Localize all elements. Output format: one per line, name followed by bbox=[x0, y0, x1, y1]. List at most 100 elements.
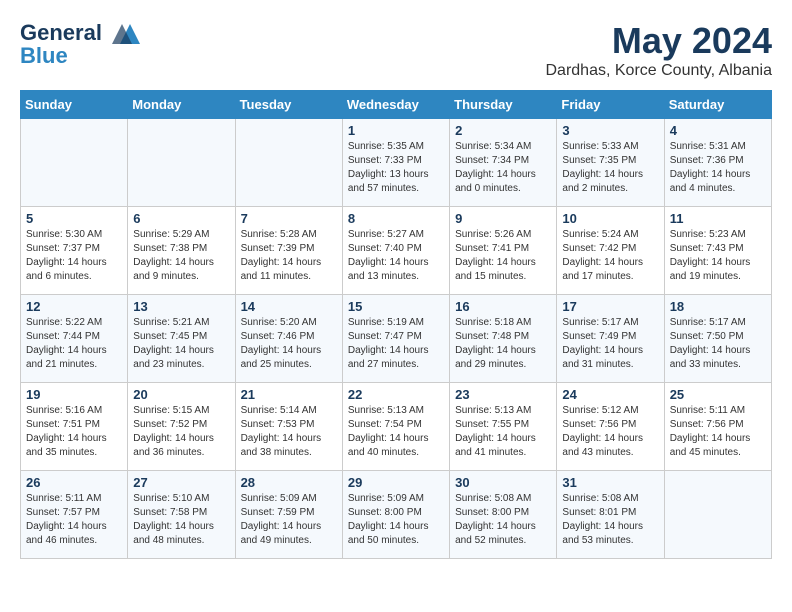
calendar-day-cell bbox=[664, 471, 771, 559]
calendar-day-cell bbox=[128, 119, 235, 207]
day-number: 31 bbox=[562, 475, 658, 490]
title-block: May 2024 Dardhas, Korce County, Albania bbox=[546, 20, 773, 80]
day-number: 11 bbox=[670, 211, 766, 226]
day-info: Sunrise: 5:16 AM Sunset: 7:51 PM Dayligh… bbox=[26, 404, 122, 460]
calendar-day-cell bbox=[235, 119, 342, 207]
weekday-header: Friday bbox=[557, 91, 664, 119]
calendar-day-cell: 16Sunrise: 5:18 AM Sunset: 7:48 PM Dayli… bbox=[450, 295, 557, 383]
logo: General Blue bbox=[20, 20, 144, 68]
weekday-header: Sunday bbox=[21, 91, 128, 119]
calendar-header-row: SundayMondayTuesdayWednesdayThursdayFrid… bbox=[21, 91, 772, 119]
day-info: Sunrise: 5:13 AM Sunset: 7:55 PM Dayligh… bbox=[455, 404, 551, 460]
calendar-day-cell: 28 Sunrise: 5:09 AM Sunset: 7:59 PM Dayli… bbox=[235, 471, 342, 559]
day-number: 21 bbox=[241, 387, 337, 402]
day-info: Sunrise: 5:09 AM Sunset: 7:59 PM Dayligh… bbox=[241, 492, 337, 548]
day-number: 4 bbox=[670, 123, 766, 138]
day-number: 18 bbox=[670, 299, 766, 314]
day-info: Sunrise: 5:11 AM Sunset: 7:56 PM Dayligh… bbox=[670, 404, 766, 460]
day-number: 10 bbox=[562, 211, 658, 226]
calendar-day-cell: 2 Sunrise: 5:34 AM Sunset: 7:34 PM Daylig… bbox=[450, 119, 557, 207]
day-number: 30 bbox=[455, 475, 551, 490]
calendar-week-row: 12 Sunrise: 5:22 AM Sunset: 7:44 PM Dayli… bbox=[21, 295, 772, 383]
calendar-day-cell: 3 Sunrise: 5:33 AM Sunset: 7:35 PM Daylig… bbox=[557, 119, 664, 207]
calendar-day-cell: 31 Sunrise: 5:08 AM Sunset: 8:01 PM Dayli… bbox=[557, 471, 664, 559]
weekday-header: Monday bbox=[128, 91, 235, 119]
day-info: Sunrise: 5:09 AM Sunset: 8:00 PM Dayligh… bbox=[348, 492, 444, 548]
calendar-day-cell: 7 Sunrise: 5:28 AM Sunset: 7:39 PM Daylig… bbox=[235, 207, 342, 295]
day-info: Sunrise: 5:28 AM Sunset: 7:39 PM Dayligh… bbox=[241, 228, 337, 284]
calendar-week-row: 26Sunrise: 5:11 AM Sunset: 7:57 PM Dayli… bbox=[21, 471, 772, 559]
day-info: Sunrise: 5:26 AM Sunset: 7:41 PM Dayligh… bbox=[455, 228, 551, 284]
day-info: Sunrise: 5:17 AM Sunset: 7:50 PM Dayligh… bbox=[670, 316, 766, 372]
day-number: 3 bbox=[562, 123, 658, 138]
day-number: 14 bbox=[241, 299, 337, 314]
day-number: 7 bbox=[241, 211, 337, 226]
calendar-day-cell: 22 Sunrise: 5:13 AM Sunset: 7:54 PM Dayli… bbox=[342, 383, 449, 471]
calendar-day-cell: 8Sunrise: 5:27 AM Sunset: 7:40 PM Daylig… bbox=[342, 207, 449, 295]
day-number: 15 bbox=[348, 299, 444, 314]
day-number: 5 bbox=[26, 211, 122, 226]
day-info: Sunrise: 5:35 AM Sunset: 7:33 PM Dayligh… bbox=[348, 140, 444, 196]
calendar-day-cell: 21 Sunrise: 5:14 AM Sunset: 7:53 PM Dayli… bbox=[235, 383, 342, 471]
day-number: 19 bbox=[26, 387, 122, 402]
calendar-week-row: 1 Sunrise: 5:35 AM Sunset: 7:33 PM Daylig… bbox=[21, 119, 772, 207]
day-info: Sunrise: 5:17 AM Sunset: 7:49 PM Dayligh… bbox=[562, 316, 658, 372]
logo-icon bbox=[110, 20, 142, 48]
calendar-day-cell: 18 Sunrise: 5:17 AM Sunset: 7:50 PM Dayli… bbox=[664, 295, 771, 383]
day-info: Sunrise: 5:14 AM Sunset: 7:53 PM Dayligh… bbox=[241, 404, 337, 460]
day-number: 17 bbox=[562, 299, 658, 314]
calendar-day-cell: 11 Sunrise: 5:23 AM Sunset: 7:43 PM Dayli… bbox=[664, 207, 771, 295]
day-info: Sunrise: 5:13 AM Sunset: 7:54 PM Dayligh… bbox=[348, 404, 444, 460]
location: Dardhas, Korce County, Albania bbox=[546, 62, 773, 80]
day-number: 22 bbox=[348, 387, 444, 402]
day-info: Sunrise: 5:19 AM Sunset: 7:47 PM Dayligh… bbox=[348, 316, 444, 372]
day-info: Sunrise: 5:31 AM Sunset: 7:36 PM Dayligh… bbox=[670, 140, 766, 196]
calendar-day-cell: 17 Sunrise: 5:17 AM Sunset: 7:49 PM Dayli… bbox=[557, 295, 664, 383]
day-number: 1 bbox=[348, 123, 444, 138]
day-info: Sunrise: 5:29 AM Sunset: 7:38 PM Dayligh… bbox=[133, 228, 229, 284]
day-info: Sunrise: 5:30 AM Sunset: 7:37 PM Dayligh… bbox=[26, 228, 122, 284]
day-number: 28 bbox=[241, 475, 337, 490]
calendar-day-cell: 15 Sunrise: 5:19 AM Sunset: 7:47 PM Dayli… bbox=[342, 295, 449, 383]
day-number: 24 bbox=[562, 387, 658, 402]
calendar-day-cell: 4 Sunrise: 5:31 AM Sunset: 7:36 PM Daylig… bbox=[664, 119, 771, 207]
calendar-day-cell: 13Sunrise: 5:21 AM Sunset: 7:45 PM Dayli… bbox=[128, 295, 235, 383]
calendar-day-cell bbox=[21, 119, 128, 207]
month-year: May 2024 bbox=[546, 20, 773, 62]
day-number: 12 bbox=[26, 299, 122, 314]
calendar-week-row: 19 Sunrise: 5:16 AM Sunset: 7:51 PM Dayli… bbox=[21, 383, 772, 471]
calendar-week-row: 5 Sunrise: 5:30 AM Sunset: 7:37 PM Daylig… bbox=[21, 207, 772, 295]
calendar-day-cell: 14Sunrise: 5:20 AM Sunset: 7:46 PM Dayli… bbox=[235, 295, 342, 383]
calendar-day-cell: 1 Sunrise: 5:35 AM Sunset: 7:33 PM Daylig… bbox=[342, 119, 449, 207]
weekday-header: Thursday bbox=[450, 91, 557, 119]
calendar-day-cell: 23Sunrise: 5:13 AM Sunset: 7:55 PM Dayli… bbox=[450, 383, 557, 471]
day-info: Sunrise: 5:33 AM Sunset: 7:35 PM Dayligh… bbox=[562, 140, 658, 196]
calendar-day-cell: 10 Sunrise: 5:24 AM Sunset: 7:42 PM Dayli… bbox=[557, 207, 664, 295]
calendar-table: SundayMondayTuesdayWednesdayThursdayFrid… bbox=[20, 90, 772, 559]
day-info: Sunrise: 5:10 AM Sunset: 7:58 PM Dayligh… bbox=[133, 492, 229, 548]
page-header: General Blue May 2024 Dardhas, Korce Cou… bbox=[20, 20, 772, 80]
day-number: 29 bbox=[348, 475, 444, 490]
day-number: 25 bbox=[670, 387, 766, 402]
day-info: Sunrise: 5:23 AM Sunset: 7:43 PM Dayligh… bbox=[670, 228, 766, 284]
calendar-day-cell: 30Sunrise: 5:08 AM Sunset: 8:00 PM Dayli… bbox=[450, 471, 557, 559]
calendar-day-cell: 29 Sunrise: 5:09 AM Sunset: 8:00 PM Dayli… bbox=[342, 471, 449, 559]
day-info: Sunrise: 5:15 AM Sunset: 7:52 PM Dayligh… bbox=[133, 404, 229, 460]
day-info: Sunrise: 5:24 AM Sunset: 7:42 PM Dayligh… bbox=[562, 228, 658, 284]
day-number: 27 bbox=[133, 475, 229, 490]
day-number: 2 bbox=[455, 123, 551, 138]
calendar-day-cell: 26Sunrise: 5:11 AM Sunset: 7:57 PM Dayli… bbox=[21, 471, 128, 559]
day-number: 26 bbox=[26, 475, 122, 490]
day-info: Sunrise: 5:12 AM Sunset: 7:56 PM Dayligh… bbox=[562, 404, 658, 460]
calendar-day-cell: 20Sunrise: 5:15 AM Sunset: 7:52 PM Dayli… bbox=[128, 383, 235, 471]
weekday-header: Saturday bbox=[664, 91, 771, 119]
calendar-day-cell: 12 Sunrise: 5:22 AM Sunset: 7:44 PM Dayli… bbox=[21, 295, 128, 383]
day-info: Sunrise: 5:22 AM Sunset: 7:44 PM Dayligh… bbox=[26, 316, 122, 372]
day-number: 8 bbox=[348, 211, 444, 226]
day-info: Sunrise: 5:18 AM Sunset: 7:48 PM Dayligh… bbox=[455, 316, 551, 372]
day-info: Sunrise: 5:34 AM Sunset: 7:34 PM Dayligh… bbox=[455, 140, 551, 196]
day-info: Sunrise: 5:08 AM Sunset: 8:01 PM Dayligh… bbox=[562, 492, 658, 548]
calendar-day-cell: 9 Sunrise: 5:26 AM Sunset: 7:41 PM Daylig… bbox=[450, 207, 557, 295]
calendar-day-cell: 19 Sunrise: 5:16 AM Sunset: 7:51 PM Dayli… bbox=[21, 383, 128, 471]
day-number: 9 bbox=[455, 211, 551, 226]
